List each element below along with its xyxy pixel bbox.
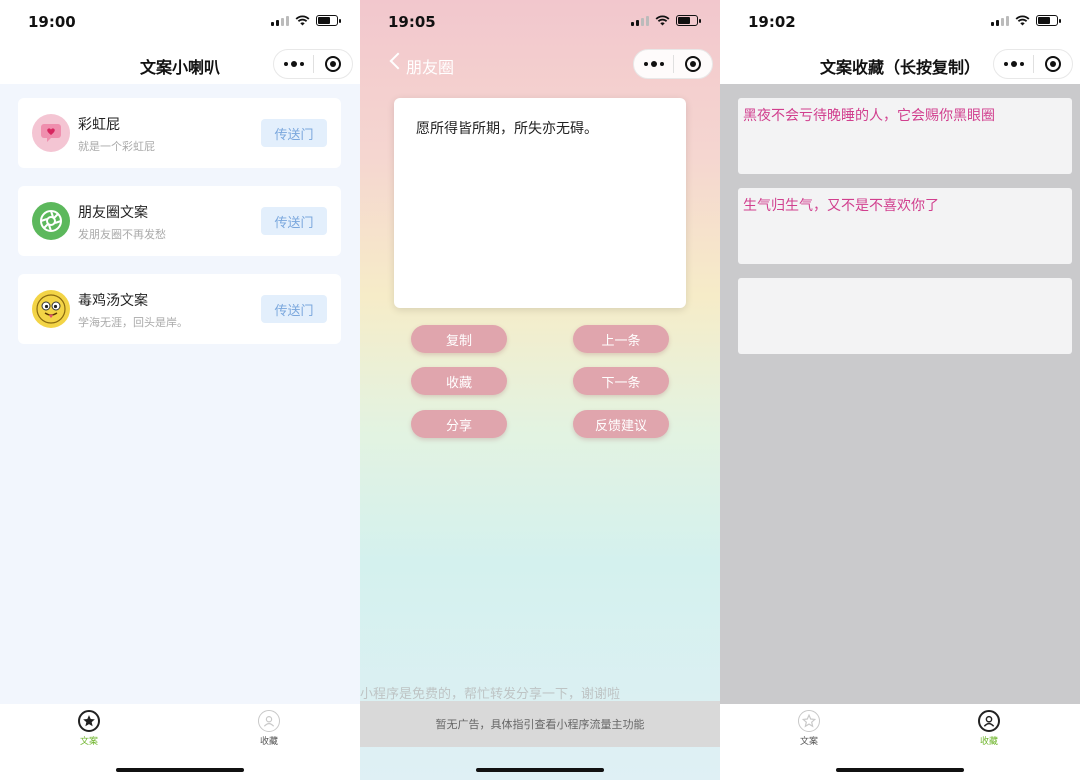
- home-screen: 19:00 文案小喇叭 彩虹屁 就是一个彩虹屁 传送门 朋友圈文案 发朋友圈不再…: [0, 0, 360, 780]
- tab-favorites[interactable]: 收藏: [959, 710, 1019, 747]
- wifi-icon: [1015, 15, 1030, 26]
- wifi-icon: [295, 15, 310, 26]
- status-bar: 19:02: [720, 0, 1080, 44]
- back-chevron-icon[interactable]: [389, 52, 407, 70]
- star-icon: [798, 710, 820, 732]
- favorites-screen: 19:02 文案收藏（长按复制） 黑夜不会亏待晚睡的人，它会赐你黑眼圈 生气归生…: [720, 0, 1080, 780]
- favorite-button[interactable]: 收藏: [411, 367, 507, 395]
- status-bar: 19:05: [360, 0, 720, 44]
- tab-label: 收藏: [979, 737, 998, 747]
- tab-favorites[interactable]: 收藏: [239, 710, 299, 747]
- wifi-icon: [655, 15, 670, 26]
- tab-label: 文案: [79, 737, 98, 747]
- screenshot-root: 19:00 文案小喇叭 彩虹屁 就是一个彩虹屁 传送门 朋友圈文案 发朋友圈不再…: [0, 0, 1080, 780]
- heart-chat-icon: [32, 114, 70, 152]
- category-card-moments[interactable]: 朋友圈文案 发朋友圈不再发愁 传送门: [18, 186, 341, 256]
- card-title: 彩虹屁: [78, 117, 120, 133]
- tab-label: 收藏: [259, 737, 278, 747]
- more-menu-icon[interactable]: [634, 50, 673, 78]
- nav-bar: 文案收藏（长按复制）: [720, 44, 1080, 84]
- silly-face-icon: [32, 290, 70, 328]
- tab-label: 文案: [799, 737, 818, 747]
- home-indicator[interactable]: [476, 768, 604, 772]
- portal-button[interactable]: 传送门: [261, 295, 327, 323]
- camera-shutter-icon: [32, 202, 70, 240]
- card-subtitle: 学海无涯，回头是岸。: [78, 316, 188, 329]
- more-menu-icon[interactable]: [994, 50, 1033, 78]
- quote-text: 愿所得皆所期，所失亦无碍。: [416, 121, 598, 137]
- status-icons: [631, 15, 701, 26]
- ad-text: 暂无广告，具体指引查看小程序流量主功能: [435, 718, 645, 731]
- copy-button[interactable]: 复制: [411, 325, 507, 353]
- tab-bar: 文案 收藏: [720, 704, 1080, 780]
- close-target-icon[interactable]: [674, 56, 712, 72]
- close-target-icon[interactable]: [1034, 56, 1072, 72]
- portal-button[interactable]: 传送门: [261, 119, 327, 147]
- status-time: 19:02: [748, 13, 796, 31]
- mini-program-capsule: [273, 49, 353, 79]
- status-bar: 19:00: [0, 0, 360, 44]
- moments-screen: 19:05 朋友圈 愿所得皆所期，所失亦无碍。 复制 上一条 收藏 下一条 分享…: [360, 0, 720, 780]
- home-indicator[interactable]: [836, 768, 964, 772]
- user-icon: [258, 710, 280, 732]
- tab-bar: 文案 收藏: [0, 704, 360, 780]
- nav-bar: 朋友圈: [360, 44, 720, 84]
- status-time: 19:05: [388, 13, 436, 31]
- tab-copywriting[interactable]: 文案: [59, 710, 119, 747]
- tab-copywriting[interactable]: 文案: [779, 710, 839, 747]
- favorite-item[interactable]: [738, 278, 1072, 354]
- card-title: 毒鸡汤文案: [78, 293, 148, 309]
- portal-button[interactable]: 传送门: [261, 207, 327, 235]
- ad-placeholder: 暂无广告，具体指引查看小程序流量主功能: [360, 701, 720, 747]
- mini-program-capsule: [633, 49, 713, 79]
- signal-icon: [271, 15, 289, 26]
- card-title: 朋友圈文案: [78, 205, 148, 221]
- signal-icon: [991, 15, 1009, 26]
- quote-card: 愿所得皆所期，所失亦无碍。: [394, 98, 686, 308]
- close-target-icon[interactable]: [314, 56, 352, 72]
- card-subtitle: 发朋友圈不再发愁: [78, 228, 166, 241]
- share-tip-text: 小程序是免费的，帮忙转发分享一下，谢谢啦: [360, 687, 621, 702]
- favorite-item[interactable]: 黑夜不会亏待晚睡的人，它会赐你黑眼圈: [738, 98, 1072, 174]
- mini-program-capsule: [993, 49, 1073, 79]
- more-menu-icon[interactable]: [274, 50, 313, 78]
- battery-icon: [676, 15, 701, 26]
- next-button[interactable]: 下一条: [573, 367, 669, 395]
- prev-button[interactable]: 上一条: [573, 325, 669, 353]
- status-icons: [271, 15, 341, 26]
- status-icons: [991, 15, 1061, 26]
- favorite-text: 黑夜不会亏待晚睡的人，它会赐你黑眼圈: [743, 108, 995, 124]
- signal-icon: [631, 15, 649, 26]
- category-card-poison[interactable]: 毒鸡汤文案 学海无涯，回头是岸。 传送门: [18, 274, 341, 344]
- category-card-rainbow[interactable]: 彩虹屁 就是一个彩虹屁 传送门: [18, 98, 341, 168]
- share-button[interactable]: 分享: [411, 410, 507, 438]
- feedback-button[interactable]: 反馈建议: [573, 410, 669, 438]
- favorite-item[interactable]: 生气归生气，又不是不喜欢你了: [738, 188, 1072, 264]
- battery-icon: [316, 15, 341, 26]
- battery-icon: [1036, 15, 1061, 26]
- home-indicator[interactable]: [116, 768, 244, 772]
- favorite-text: 生气归生气，又不是不喜欢你了: [743, 198, 939, 214]
- card-subtitle: 就是一个彩虹屁: [78, 140, 155, 153]
- star-icon: [78, 710, 100, 732]
- status-time: 19:00: [28, 13, 76, 31]
- user-icon: [978, 710, 1000, 732]
- nav-bar: 文案小喇叭: [0, 44, 360, 84]
